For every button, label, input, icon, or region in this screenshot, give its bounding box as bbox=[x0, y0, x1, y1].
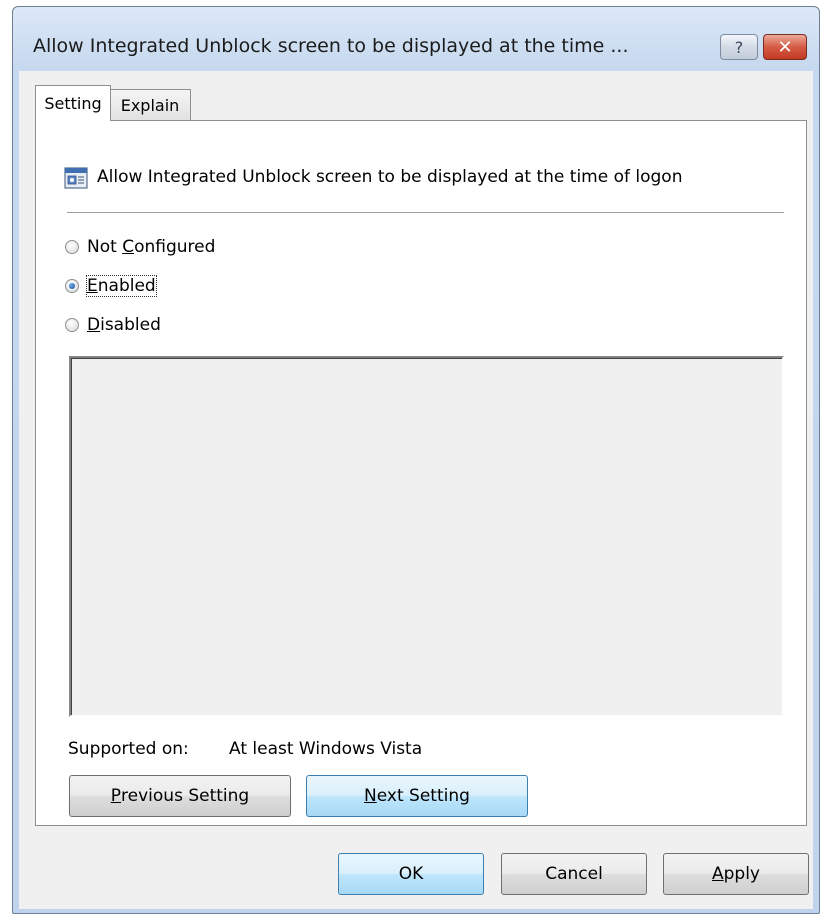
window-title: Allow Integrated Unblock screen to be di… bbox=[33, 35, 629, 57]
previous-setting-button[interactable]: Previous Setting bbox=[69, 775, 291, 817]
tab-setting-label: Setting bbox=[44, 94, 102, 113]
radio-button-disabled[interactable] bbox=[65, 318, 79, 332]
policy-title: Allow Integrated Unblock screen to be di… bbox=[97, 167, 683, 187]
apply-button[interactable]: Apply bbox=[663, 853, 809, 895]
tab-explain-label: Explain bbox=[120, 96, 180, 115]
tab-explain[interactable]: Explain bbox=[109, 89, 191, 121]
radio-button-not-configured[interactable] bbox=[65, 240, 79, 254]
dialog-window: Allow Integrated Unblock screen to be di… bbox=[12, 6, 820, 914]
radio-label-not-configured: Not Configured bbox=[87, 237, 216, 257]
close-button[interactable]: ✕ bbox=[763, 34, 807, 60]
radio-label-disabled: Disabled bbox=[87, 315, 161, 335]
divider bbox=[67, 212, 784, 214]
options-area bbox=[69, 356, 784, 717]
next-setting-button[interactable]: Next Setting bbox=[306, 775, 528, 817]
dialog-client-area: Explain Setting Allow Integrated Unblock… bbox=[19, 71, 813, 909]
cancel-button[interactable]: Cancel bbox=[501, 853, 647, 895]
radio-button-enabled[interactable] bbox=[65, 279, 79, 293]
radio-label-enabled: Enabled bbox=[86, 275, 157, 297]
radio-enabled[interactable]: Enabled bbox=[65, 275, 157, 297]
policy-setting-icon bbox=[64, 167, 88, 189]
ok-button[interactable]: OK bbox=[338, 853, 484, 895]
radio-disabled[interactable]: Disabled bbox=[65, 315, 161, 335]
close-icon: ✕ bbox=[777, 36, 793, 58]
supported-on-label: Supported on: bbox=[68, 739, 189, 759]
radio-not-configured[interactable]: Not Configured bbox=[65, 237, 215, 257]
question-mark-icon: ? bbox=[734, 37, 744, 57]
tab-setting[interactable]: Setting bbox=[35, 85, 111, 121]
supported-on-value: At least Windows Vista bbox=[229, 739, 423, 759]
title-bar[interactable]: Allow Integrated Unblock screen to be di… bbox=[13, 7, 819, 77]
help-button[interactable]: ? bbox=[720, 34, 758, 60]
